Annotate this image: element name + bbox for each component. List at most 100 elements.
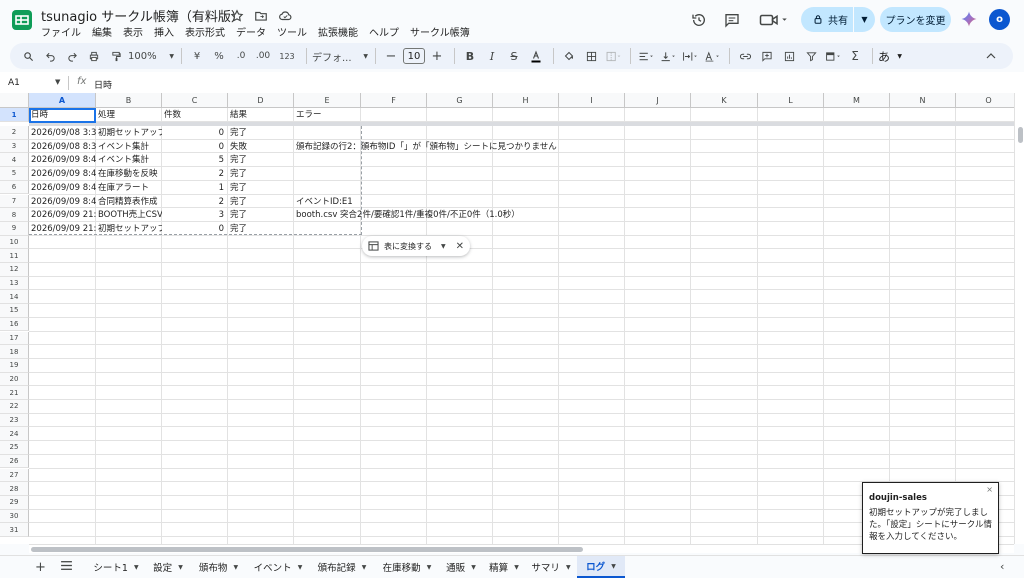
- menu-format[interactable]: 表示形式: [185, 24, 225, 39]
- insert-link-icon[interactable]: [735, 46, 755, 66]
- row-header[interactable]: 30: [0, 509, 29, 524]
- row-header[interactable]: 12: [0, 263, 29, 277]
- sheet-tab[interactable]: 通販 ▼: [439, 556, 483, 578]
- document-title[interactable]: tsunagio サークル帳簿（有料版）: [41, 6, 244, 25]
- chevron-down-icon[interactable]: ▼: [362, 564, 367, 571]
- select-all-corner[interactable]: [0, 93, 29, 108]
- filter-icon[interactable]: [801, 46, 821, 66]
- row-header[interactable]: 28: [0, 482, 29, 496]
- paint-format-icon[interactable]: [106, 46, 126, 66]
- sheet-tab[interactable]: 頒布記録 ▼: [309, 556, 375, 578]
- more-formats-button[interactable]: 123: [275, 46, 299, 66]
- column-header[interactable]: M: [824, 93, 890, 108]
- menu-file[interactable]: ファイル: [41, 24, 81, 39]
- menu-help[interactable]: ヘルプ: [369, 24, 399, 39]
- row-header[interactable]: 14: [0, 290, 29, 305]
- chevron-down-icon[interactable]: ▼: [611, 563, 616, 570]
- column-header[interactable]: B: [96, 93, 162, 108]
- sheet-tab[interactable]: イベント ▼: [247, 556, 309, 578]
- share-dropdown-icon[interactable]: ▼: [854, 15, 875, 24]
- text-rotation-icon[interactable]: [702, 46, 722, 66]
- decrease-decimal-button[interactable]: .0: [231, 46, 251, 66]
- chevron-down-icon[interactable]: ▼: [471, 564, 476, 571]
- sheet-grid[interactable]: ABCDEFGHIJKLMNO 1 2 3 4 5 6 7 8 9 10 11 12 13 14 15 16 1…: [0, 93, 1014, 544]
- row-header[interactable]: 11: [0, 249, 29, 263]
- sheet-tab[interactable]: 設定 ▼: [146, 556, 190, 578]
- comment-icon[interactable]: [723, 11, 741, 29]
- menu-extensions[interactable]: 拡張機能: [318, 24, 358, 39]
- sheet-tab[interactable]: シート1 ▼: [86, 556, 146, 578]
- redo-icon[interactable]: [62, 46, 82, 66]
- row-header[interactable]: 24: [0, 427, 29, 442]
- strikethrough-icon[interactable]: S: [504, 46, 524, 66]
- vertical-scroll-thumb[interactable]: [1018, 127, 1023, 143]
- font-size-input[interactable]: 10: [403, 46, 425, 66]
- row-header[interactable]: 16: [0, 317, 29, 332]
- row-header[interactable]: 20: [0, 372, 29, 387]
- vertical-align-icon[interactable]: [658, 46, 678, 66]
- row-header[interactable]: 21: [0, 386, 29, 400]
- column-header[interactable]: J: [625, 93, 691, 108]
- row-header[interactable]: 3: [0, 139, 29, 154]
- collapse-toolbar-icon[interactable]: [981, 46, 1001, 66]
- row-header[interactable]: 18: [0, 345, 29, 359]
- font-size-increase-button[interactable]: +: [427, 46, 447, 66]
- name-box-dropdown-icon[interactable]: ▼: [55, 78, 60, 86]
- row-header[interactable]: 22: [0, 400, 29, 414]
- share-main[interactable]: 共有: [801, 7, 853, 32]
- sheets-logo-icon[interactable]: [10, 8, 34, 32]
- column-header[interactable]: E: [294, 93, 361, 108]
- column-header[interactable]: C: [162, 93, 228, 108]
- sheet-tab[interactable]: 頒布物 ▼: [190, 556, 247, 578]
- chevron-down-icon[interactable]: ▼: [298, 564, 303, 571]
- column-header[interactable]: I: [559, 93, 625, 108]
- row-header[interactable]: 26: [0, 454, 29, 469]
- text-color-icon[interactable]: [526, 46, 546, 66]
- row-header[interactable]: 9: [0, 221, 29, 236]
- chevron-down-icon[interactable]: ▼: [233, 564, 238, 571]
- cloud-status-icon[interactable]: [276, 7, 294, 25]
- column-header[interactable]: H: [493, 93, 559, 108]
- row-header[interactable]: 17: [0, 331, 29, 346]
- gemini-sparkle-icon[interactable]: [960, 10, 978, 28]
- font-select[interactable]: デフォ... ▼: [312, 46, 368, 66]
- chevron-down-icon[interactable]: ▼: [178, 564, 183, 571]
- vertical-scrollbar[interactable]: [1014, 93, 1024, 544]
- row-header[interactable]: 2: [0, 126, 29, 140]
- merge-cells-icon[interactable]: [603, 46, 623, 66]
- column-header[interactable]: K: [691, 93, 758, 108]
- column-header[interactable]: O: [956, 93, 1014, 108]
- cell[interactable]: エラー: [294, 108, 361, 122]
- column-header[interactable]: N: [890, 93, 956, 108]
- insert-chart-icon[interactable]: [779, 46, 799, 66]
- meet-video-icon[interactable]: [757, 11, 791, 29]
- move-folder-icon[interactable]: [252, 7, 270, 25]
- chevron-down-icon[interactable]: ▼: [427, 564, 432, 571]
- chevron-left-icon[interactable]: ‹: [1000, 560, 1004, 573]
- row-header[interactable]: 29: [0, 495, 29, 510]
- name-box[interactable]: A1: [8, 78, 20, 88]
- undo-icon[interactable]: [40, 46, 60, 66]
- row-header[interactable]: 4: [0, 153, 29, 168]
- chevron-down-icon[interactable]: ▼: [134, 564, 139, 571]
- menu-tools[interactable]: ツール: [277, 24, 307, 39]
- borders-icon[interactable]: [581, 46, 601, 66]
- row-header[interactable]: 1: [0, 108, 29, 122]
- column-header[interactable]: D: [228, 93, 294, 108]
- insert-comment-icon[interactable]: [757, 46, 777, 66]
- menu-circle-ledger[interactable]: サークル帳簿: [410, 24, 470, 39]
- row-header[interactable]: 10: [0, 235, 29, 250]
- zoom-select[interactable]: 100% ▼: [128, 46, 174, 66]
- column-header[interactable]: A: [29, 93, 96, 108]
- sheet-tab[interactable]: サマリ ▼: [525, 556, 577, 578]
- text-wrapping-icon[interactable]: [680, 46, 700, 66]
- column-header[interactable]: F: [361, 93, 427, 108]
- print-icon[interactable]: [84, 46, 104, 66]
- row-header[interactable]: 5: [0, 167, 29, 181]
- sheet-tab[interactable]: ログ ▼: [577, 556, 625, 578]
- row-header[interactable]: 31: [0, 523, 29, 537]
- functions-icon[interactable]: Σ: [845, 46, 865, 66]
- all-sheets-menu-icon[interactable]: [60, 560, 74, 572]
- increase-decimal-button[interactable]: .00: [253, 46, 273, 66]
- chevron-down-icon[interactable]: ▼: [514, 564, 519, 571]
